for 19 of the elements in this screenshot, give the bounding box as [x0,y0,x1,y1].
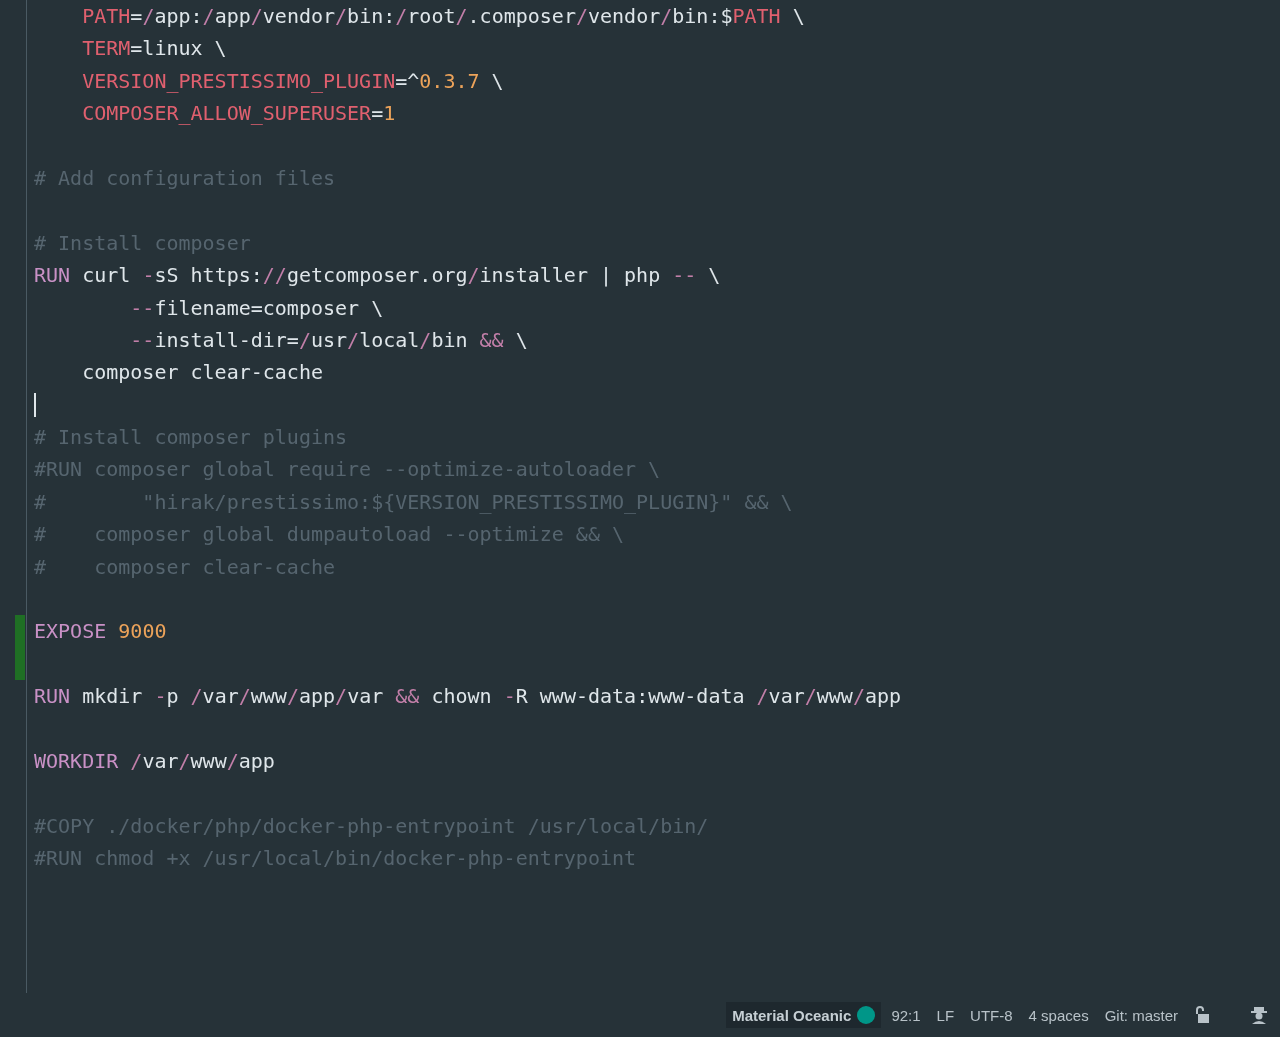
code-line: WORKDIR /var/www/app [34,748,275,775]
code-line: --install-dir=/usr/local/bin && \ [129,326,528,354]
person-with-hat-icon[interactable] [1250,1006,1268,1024]
code-line: RUN mkdir -p /var/www/app/var && chown -R www-data:www-data /var/www/app [34,683,902,711]
status-item[interactable]: 4 spaces [1028,1006,1089,1024]
code-line: VERSION_PRESTISSIMO_PLUGIN=^0.3.7 \ [81,67,504,95]
code-line: --filename=composer \ [129,294,384,322]
status-item[interactable]: Git: master [1104,1006,1178,1024]
theme-indicator[interactable]: Material Oceanic [726,1002,882,1028]
code-line: RUN curl -sS https://getcomposer.org/installer | php -- \ [34,262,721,290]
unlocked-padlock-icon[interactable] [1194,1006,1210,1024]
code-line: TERM=linux \ [81,35,227,63]
code-line: composer clear-cache [81,359,323,387]
code-line: EXPOSE 9000 [34,618,167,646]
status-item[interactable]: LF [936,1006,955,1024]
status-item[interactable]: UTF-8 [970,1006,1013,1024]
status-item[interactable]: 92:1 [891,1006,921,1024]
code-line: COMPOSER_ALLOW_SUPERUSER=1 [81,100,396,128]
code-line: PATH=/app:/app/vendor/bin:/root/.composer/vendor/bin:$PATH \ [81,3,805,30]
